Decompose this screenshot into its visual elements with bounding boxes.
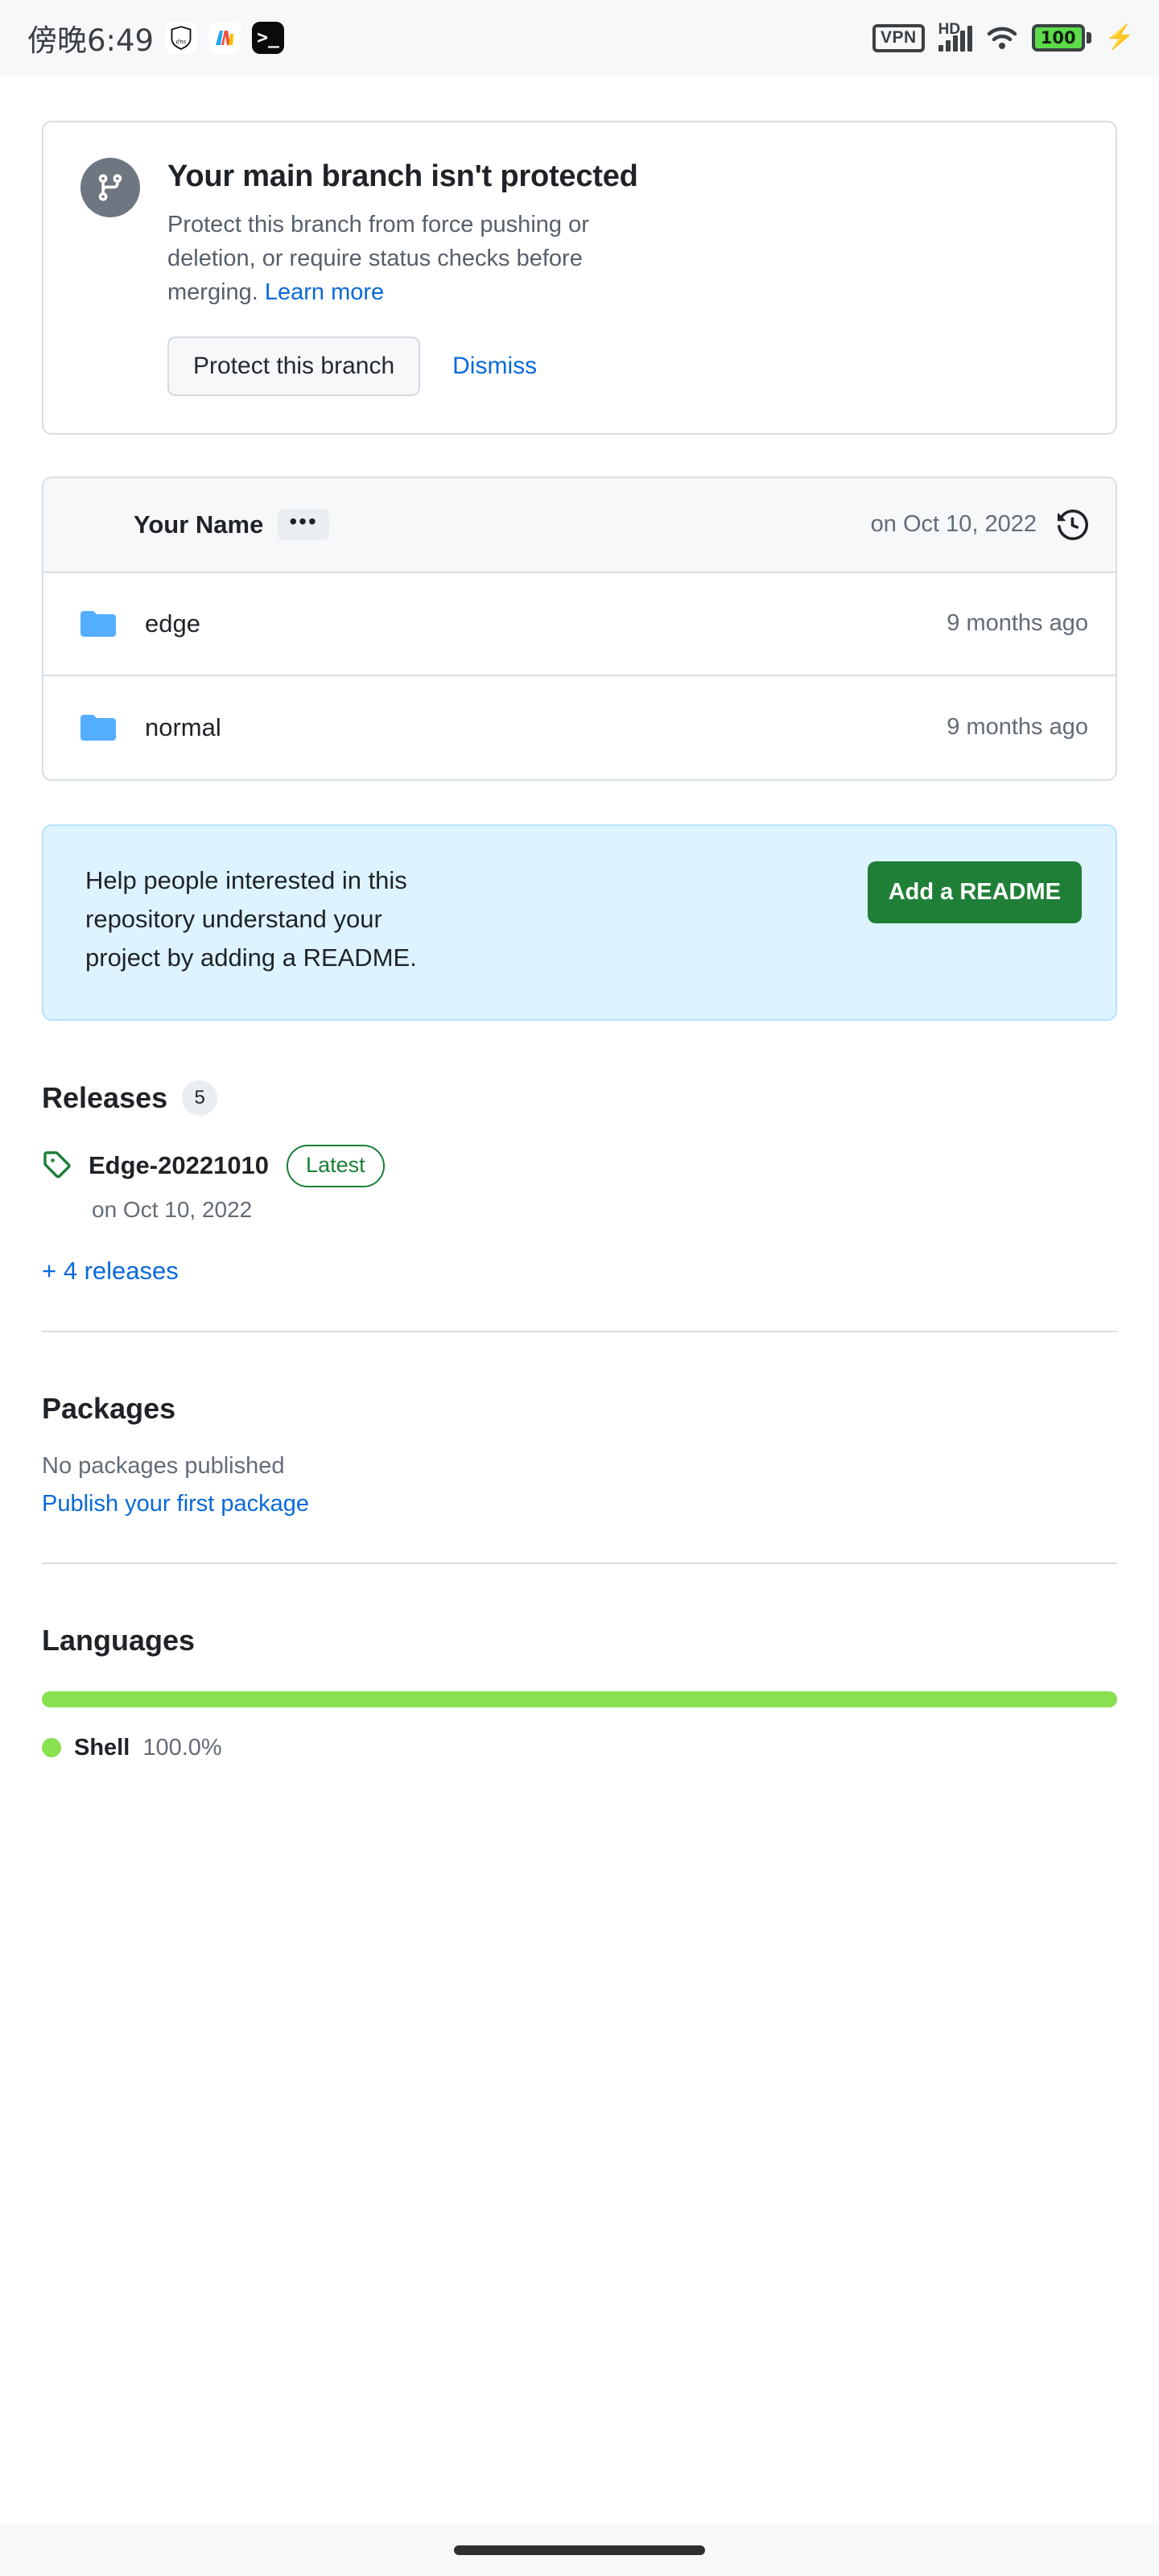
vpn-icon: VPN [872, 23, 925, 52]
git-branch-icon [80, 158, 140, 217]
language-percent: 100.0% [142, 1734, 222, 1761]
language-name[interactable]: Shell [74, 1735, 130, 1761]
commit-message-expander[interactable]: ••• [278, 508, 329, 541]
language-progress-bar [42, 1690, 1117, 1707]
branch-banner-title: Your main branch isn't protected [167, 159, 638, 193]
releases-title: Releases [42, 1080, 168, 1114]
releases-section: Releases 5 Edge-20221010 Latest on Oct 1… [42, 1021, 1117, 1332]
home-indicator[interactable] [454, 2545, 705, 2555]
battery-icon: 100 [1031, 24, 1091, 52]
status-bar: 傍晚6:49 dns >_ VPN HD 100 ⚡ [0, 0, 1159, 76]
branch-banner-body: Your main branch isn't protected Protect… [167, 158, 638, 396]
terminal-icon: >_ [252, 22, 285, 54]
packages-empty-text: No packages published [42, 1452, 285, 1479]
language-color-dot [42, 1738, 61, 1758]
add-readme-panel: Help people interested in this repositor… [42, 824, 1117, 1021]
battery-level: 100 [1040, 28, 1076, 47]
wifi-icon [987, 27, 1017, 49]
release-date: on Oct 10, 2022 [92, 1196, 253, 1222]
release-name[interactable]: Edge-20221010 [89, 1151, 269, 1180]
folder-icon [80, 713, 116, 742]
publish-first-package-link[interactable]: Publish your first package [42, 1491, 1117, 1517]
languages-title: Languages [42, 1623, 196, 1657]
hd-label: HD [938, 21, 961, 38]
branch-banner-description: Protect this branch from force pushing o… [167, 208, 618, 309]
more-releases-link[interactable]: + 4 releases [42, 1257, 1117, 1286]
status-bar-clock: 傍晚6:49 [27, 23, 155, 58]
svg-text:dns: dns [176, 39, 187, 45]
languages-section: Languages Shell 100.0% [42, 1564, 1117, 1761]
releases-heading: Releases 5 [42, 1080, 1117, 1116]
branch-banner-actions: Protect this branch Dismiss [167, 336, 638, 396]
status-bar-right: VPN HD 100 ⚡ [872, 21, 1135, 52]
learn-more-link[interactable]: Learn more [265, 279, 384, 305]
list-item[interactable]: Shell 100.0% [42, 1735, 1117, 1761]
file-age: 9 months ago [947, 610, 1088, 637]
tag-icon [42, 1150, 71, 1183]
table-row[interactable]: normal 9 months ago [43, 676, 1116, 779]
page-content: Your main branch isn't protected Protect… [0, 121, 1159, 1761]
dns-shield-icon: dns [165, 22, 198, 54]
packages-heading: Packages [42, 1392, 1117, 1426]
mi-browser-icon [208, 22, 241, 54]
language-segment-shell[interactable] [42, 1690, 1117, 1707]
table-row[interactable]: edge 9 months ago [43, 573, 1116, 676]
branch-protection-banner: Your main branch isn't protected Protect… [42, 121, 1117, 435]
history-icon[interactable] [1058, 509, 1088, 540]
releases-count-badge: 5 [182, 1080, 218, 1116]
packages-section: Packages No packages published Publish y… [42, 1332, 1117, 1564]
commit-author[interactable]: Your Name [134, 510, 263, 539]
file-browser-card: Your Name ••• on Oct 10, 2022 edge 9 mon… [42, 476, 1117, 781]
file-age: 9 months ago [947, 714, 1088, 741]
file-name[interactable]: normal [145, 713, 221, 742]
file-name[interactable]: edge [145, 609, 200, 638]
status-badge: Latest [287, 1144, 385, 1187]
latest-commit-header: Your Name ••• on Oct 10, 2022 [43, 477, 1116, 573]
dismiss-button[interactable]: Dismiss [452, 353, 537, 380]
system-navigation-bar [0, 2524, 1159, 2576]
folder-icon [80, 609, 116, 638]
commit-date: on Oct 10, 2022 [870, 511, 1037, 538]
add-a-readme-button[interactable]: Add a README [867, 861, 1082, 923]
charging-bolt-icon: ⚡ [1104, 24, 1135, 51]
status-bar-left: 傍晚6:49 dns >_ [27, 16, 285, 60]
signal-icon: HD [938, 21, 972, 52]
add-readme-text: Help people interested in this repositor… [85, 865, 417, 972]
packages-title: Packages [42, 1391, 176, 1425]
latest-release-row[interactable]: Edge-20221010 Latest [42, 1144, 1117, 1187]
protect-this-branch-button[interactable]: Protect this branch [167, 336, 421, 396]
languages-heading: Languages [42, 1624, 1117, 1657]
